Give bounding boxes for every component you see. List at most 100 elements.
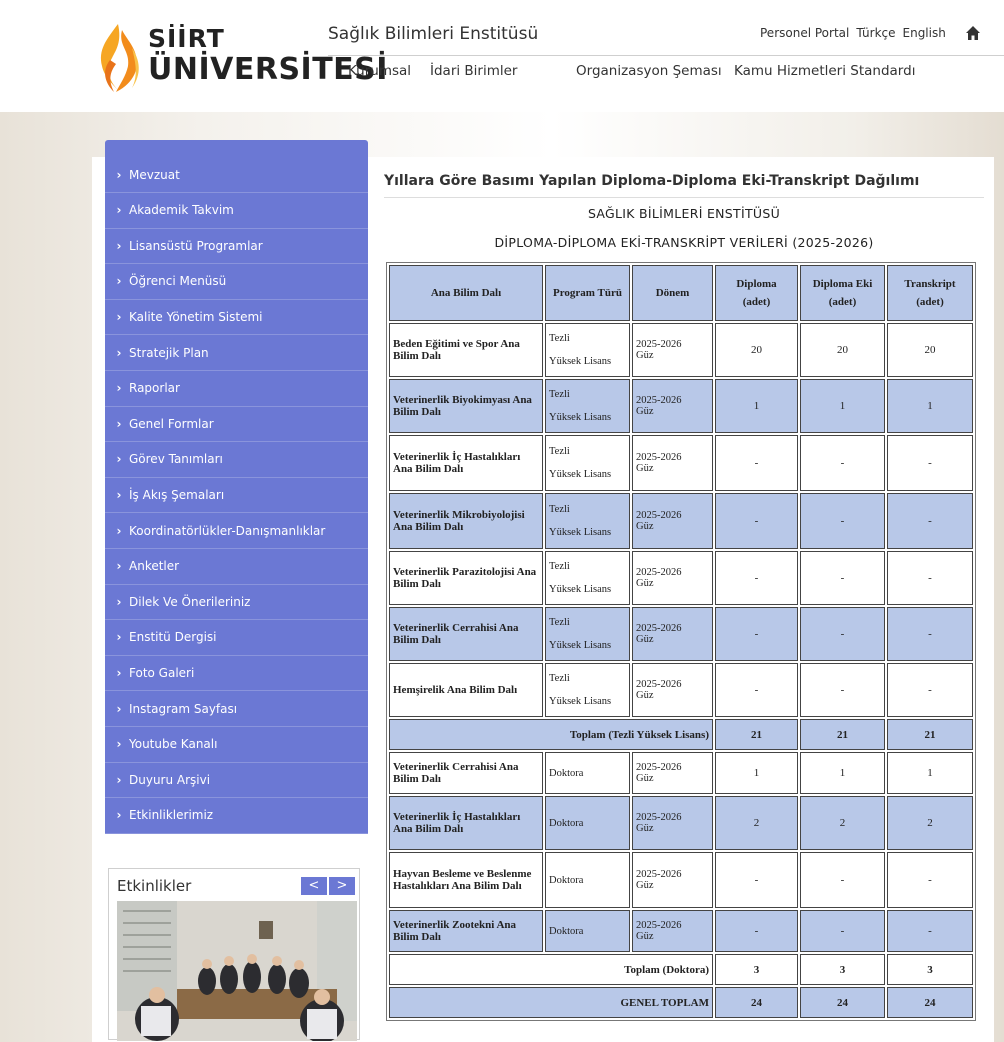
sidebar-item[interactable]: › Koordinatörlükler-Danışmanlıklar <box>105 513 368 549</box>
cell-diploma: - <box>715 663 798 717</box>
sidebar-item[interactable]: › Stratejik Plan <box>105 335 368 371</box>
top-links: Personel Portal Türkçe English <box>760 25 981 41</box>
cell-dept: Veterinerlik Mikrobiyolojisi Ana Bilim D… <box>389 493 543 549</box>
cell-period-line1: 2025-2026 <box>636 869 682 880</box>
cell-diploma-eki: 20 <box>800 323 885 377</box>
cell-dept: Veterinerlik Zootekni Ana Bilim Dalı <box>389 910 543 952</box>
university-logo[interactable]: SİİRT ÜNİVERSİTESİ <box>88 18 387 98</box>
cell-diploma: 1 <box>715 752 798 794</box>
top-link-turkce[interactable]: Türkçe <box>856 26 895 40</box>
cell-dept: Veterinerlik Cerrahisi Ana Bilim Dalı <box>389 607 543 661</box>
cell-total-diploma: 3 <box>715 954 798 985</box>
sidebar-item[interactable]: › Akademik Takvim <box>105 193 368 229</box>
cell-diploma: - <box>715 493 798 549</box>
sidebar-item[interactable]: › İş Akış Şemaları <box>105 477 368 514</box>
cell-program: Doktora <box>545 752 630 794</box>
sidebar-item[interactable]: › Instagram Sayfası <box>105 691 368 727</box>
cell-diploma-eki: - <box>800 607 885 661</box>
cell-period: 2025-2026 Güz <box>632 663 713 717</box>
cell-transkript: - <box>887 493 973 549</box>
nav-item-organizasyon-semasi[interactable]: Organizasyon Şeması <box>576 63 722 79</box>
cell-period-line1: 2025-2026 <box>636 679 682 690</box>
events-prev-button[interactable]: < <box>301 877 327 895</box>
cell-total-transkript: 21 <box>887 719 973 750</box>
table-row: Veterinerlik Cerrahisi Ana Bilim Dalı Tez… <box>389 607 973 661</box>
cell-diploma-eki: - <box>800 435 885 491</box>
home-icon[interactable] <box>965 25 981 41</box>
table-row: Veterinerlik Mikrobiyolojisi Ana Bilim D… <box>389 493 973 549</box>
cell-program: Tezli Yüksek Lisans <box>545 551 630 605</box>
header-diploma-unit: (adet) <box>742 296 771 308</box>
chevron-right-icon: › <box>116 345 122 360</box>
cell-program-line1: Tezli <box>549 504 570 515</box>
sidebar-item[interactable]: › Etkinliklerimiz <box>105 798 368 834</box>
page-title: Yıllara Göre Basımı Yapılan Diploma-Dipl… <box>384 173 920 189</box>
events-next-button[interactable]: > <box>329 877 355 895</box>
cell-transkript: - <box>887 551 973 605</box>
cell-diploma: 2 <box>715 796 798 850</box>
cell-dept: Hayvan Besleme ve Beslenme Hastalıkları … <box>389 852 543 908</box>
sidebar-item[interactable]: › Dilek Ve Önerileriniz <box>105 584 368 621</box>
top-link-personel-portal[interactable]: Personel Portal <box>760 26 849 40</box>
sidebar-item[interactable]: › Duyuru Arşivi <box>105 762 368 799</box>
table-row: Veterinerlik İç Hastalıkları Ana Bilim D… <box>389 435 973 491</box>
sidebar-item-label: Enstitü Dergisi <box>129 630 217 645</box>
header-divider <box>328 55 1004 56</box>
sidebar-menu: › Mevzuat › Akademik Takvim › Lisansüstü Prog… <box>105 157 368 834</box>
cell-total-diploma-eki: 24 <box>800 987 885 1018</box>
sidebar-item[interactable]: › Raporlar <box>105 371 368 407</box>
sidebar-item[interactable]: › Foto Galeri <box>105 655 368 692</box>
table-total-row: Toplam (Tezli Yüksek Lisans) 21 21 21 <box>389 719 973 750</box>
cell-dept: Veterinerlik Biyokimyası Ana Bilim Dalı <box>389 379 543 433</box>
chevron-right-icon: › <box>116 559 122 574</box>
chevron-right-icon: › <box>116 630 122 645</box>
sidebar-item-label: Duyuru Arşivi <box>129 772 211 787</box>
sidebar-item[interactable]: › Genel Formlar <box>105 406 368 443</box>
cell-period: 2025-2026 Güz <box>632 323 713 377</box>
nav-item-idari-birimler[interactable]: İdari Birimler <box>430 63 518 79</box>
sidebar-item[interactable]: › Öğrenci Menüsü <box>105 264 368 300</box>
cell-period-line1: 2025-2026 <box>636 510 682 521</box>
header-diploma-eki-label: Diploma Eki <box>812 278 873 290</box>
sidebar-item[interactable]: › Youtube Kanalı <box>105 727 368 763</box>
sidebar-item[interactable]: › Lisansüstü Programlar <box>105 228 368 265</box>
heading-divider <box>384 197 984 198</box>
events-photo[interactable] <box>117 901 357 1041</box>
cell-diploma: 20 <box>715 323 798 377</box>
nav-item-kamu-hizmetleri-standardi[interactable]: Kamu Hizmetleri Standardı <box>734 63 915 79</box>
sidebar-item[interactable]: › Enstitü Dergisi <box>105 620 368 656</box>
cell-program: Tezli Yüksek Lisans <box>545 379 630 433</box>
cell-program-line1: Tezli <box>549 561 570 572</box>
cell-diploma: - <box>715 551 798 605</box>
cell-period-line1: 2025-2026 <box>636 762 682 773</box>
sidebar-top-tab <box>105 140 368 157</box>
cell-dept: Hemşirelik Ana Bilim Dalı <box>389 663 543 717</box>
institute-title[interactable]: Sağlık Bilimleri Enstitüsü <box>328 24 538 44</box>
cell-diploma-eki: - <box>800 493 885 549</box>
cell-transkript: 1 <box>887 752 973 794</box>
sidebar-item[interactable]: › Görev Tanımları <box>105 442 368 478</box>
cell-period: 2025-2026 Güz <box>632 607 713 661</box>
cell-diploma-eki: - <box>800 551 885 605</box>
cell-program: Doktora <box>545 796 630 850</box>
header-period: Dönem <box>632 265 713 321</box>
sidebar-item[interactable]: › Mevzuat <box>105 157 368 193</box>
header-transkript: Transkript (adet) <box>887 265 973 321</box>
sidebar-item[interactable]: › Kalite Yönetim Sistemi <box>105 299 368 336</box>
sidebar-item-label: İş Akış Şemaları <box>129 487 225 502</box>
cell-program-line1: Tezli <box>549 389 570 400</box>
table-row: Veterinerlik Zootekni Ana Bilim Dalı Dokt… <box>389 910 973 952</box>
header-diploma-label: Diploma <box>736 278 777 290</box>
top-link-english[interactable]: English <box>903 26 946 40</box>
sidebar-item[interactable]: › Anketler <box>105 549 368 585</box>
cell-period-line2: Güz <box>636 931 654 942</box>
cell-transkript: 20 <box>887 323 973 377</box>
header-diploma: Diploma (adet) <box>715 265 798 321</box>
nav-item-kurumsal[interactable]: Kurumsal <box>348 63 411 79</box>
cell-diploma-eki: 2 <box>800 796 885 850</box>
chevron-right-icon: › <box>116 238 122 253</box>
institute-subtitle: SAĞLIK BİLİMLERİ ENSTİTÜSÜ <box>587 206 781 221</box>
cell-transkript: - <box>887 852 973 908</box>
cell-diploma: - <box>715 852 798 908</box>
report-subtitle: DİPLOMA-DİPLOMA EKİ-TRANSKRİPT VERİLERİ … <box>494 235 874 250</box>
